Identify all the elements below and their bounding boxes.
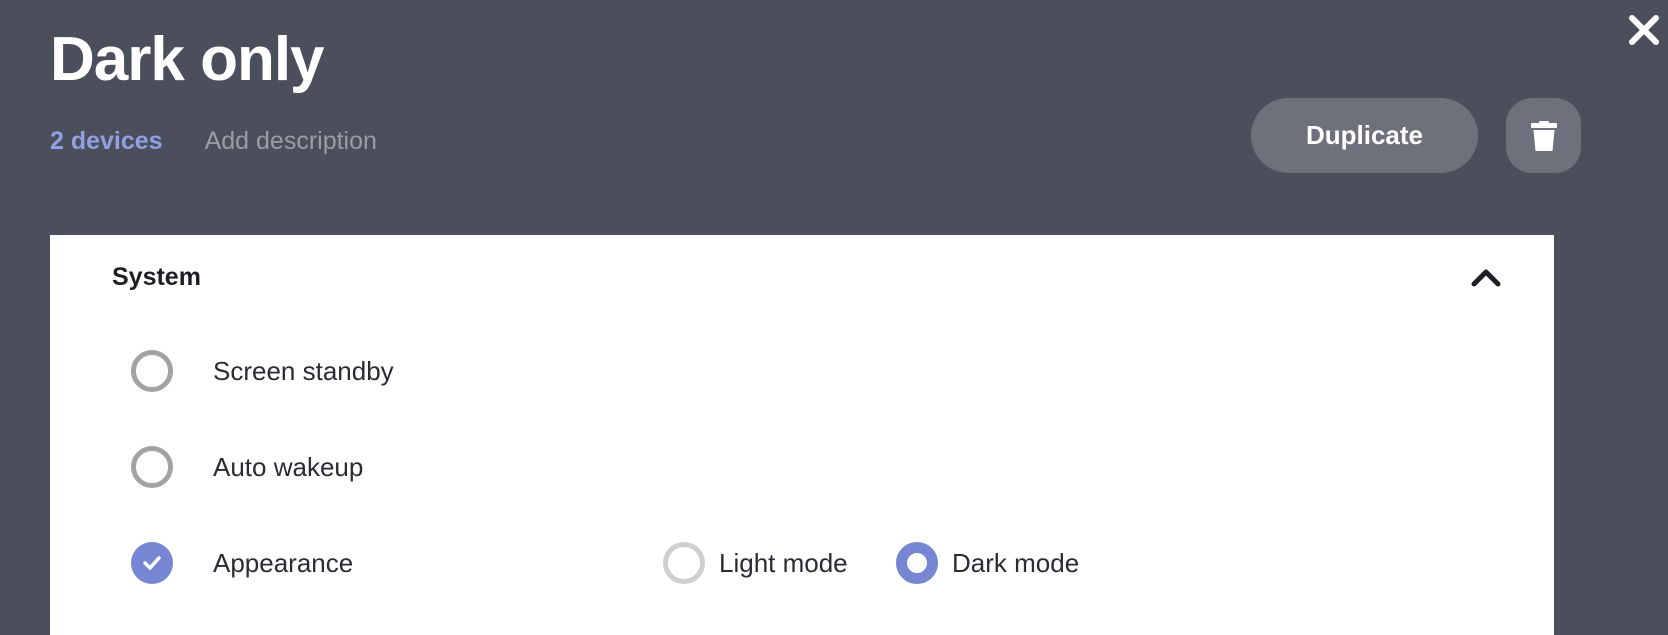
add-description-link[interactable]: Add description: [205, 124, 377, 158]
radio-light-mode[interactable]: Light mode: [663, 542, 848, 584]
option-label: Appearance: [213, 547, 354, 578]
meta-row: 2 devices Add description: [50, 124, 377, 158]
delete-button[interactable]: [1506, 98, 1581, 173]
checkmark-icon: [143, 556, 161, 570]
checkbox[interactable]: [131, 350, 173, 392]
trash-icon: [1530, 120, 1557, 151]
section-header-system[interactable]: System: [112, 257, 1502, 297]
option-label: Screen standby: [213, 355, 394, 386]
radio-label: Light mode: [719, 547, 848, 578]
option-auto-wakeup[interactable]: Auto wakeup: [131, 446, 363, 488]
radio-button[interactable]: [663, 542, 705, 584]
radio-button-selected[interactable]: [896, 542, 938, 584]
section-title: System: [112, 262, 201, 291]
device-count-link[interactable]: 2 devices: [50, 124, 163, 158]
option-label: Auto wakeup: [213, 451, 364, 482]
radio-label: Dark mode: [952, 547, 1080, 578]
close-button[interactable]: [1624, 10, 1664, 50]
close-icon: [1629, 15, 1659, 45]
option-screen-standby[interactable]: Screen standby: [131, 350, 394, 392]
checkbox[interactable]: [131, 446, 173, 488]
chevron-up-icon[interactable]: [1470, 267, 1502, 287]
duplicate-button[interactable]: Duplicate: [1251, 98, 1478, 173]
page-title: Dark only: [50, 25, 325, 94]
settings-card: System Screen standby Auto wakeup Appear…: [50, 235, 1554, 635]
option-appearance[interactable]: Appearance: [131, 542, 353, 584]
checkbox-checked[interactable]: [131, 542, 173, 584]
radio-dark-mode[interactable]: Dark mode: [896, 542, 1079, 584]
